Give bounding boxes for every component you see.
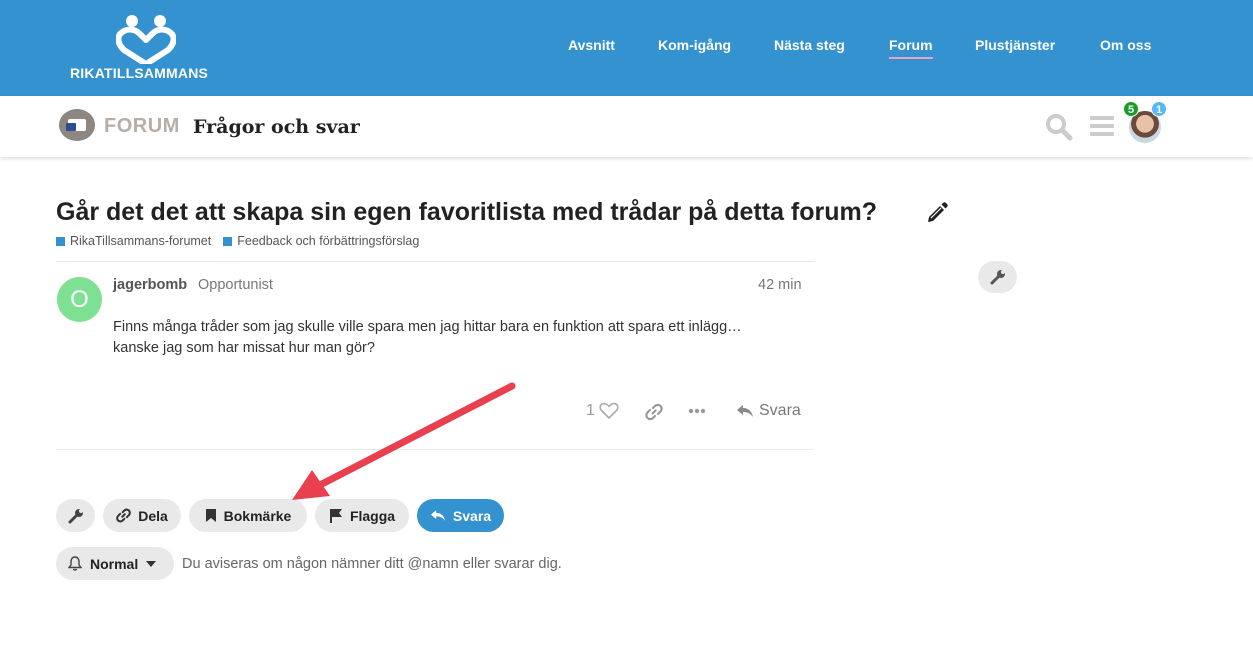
edit-pencil-icon[interactable] bbox=[926, 201, 948, 223]
forum-header: FORUM Frågor och svar 5 1 bbox=[0, 96, 1253, 157]
subcategory-link[interactable]: Feedback och förbättringsförslag bbox=[223, 234, 419, 248]
post-user-title: Opportunist bbox=[198, 277, 273, 293]
post-body-line: kanske jag som har missat hur man gör? bbox=[113, 340, 375, 356]
message-badge[interactable]: 1 bbox=[1151, 101, 1167, 117]
reply-icon bbox=[430, 510, 446, 521]
forum-logo-icon[interactable] bbox=[59, 109, 95, 141]
bookmark-icon bbox=[205, 509, 216, 522]
topic-admin-button[interactable] bbox=[56, 499, 95, 532]
bookmark-button[interactable]: Bokmärke bbox=[189, 499, 307, 532]
logo-text: RIKATILLSAMMANS bbox=[70, 65, 209, 81]
nav-avsnitt[interactable]: Avsnitt bbox=[568, 37, 615, 53]
admin-wrench-button[interactable] bbox=[978, 261, 1017, 293]
logo-people-icon bbox=[116, 15, 176, 64]
forum-label[interactable]: FORUM bbox=[104, 115, 180, 138]
nav-plustjanster[interactable]: Plustjänster bbox=[975, 37, 1055, 53]
category-color-icon bbox=[56, 236, 65, 246]
hamburger-menu-icon[interactable] bbox=[1090, 115, 1114, 137]
link-icon bbox=[116, 508, 132, 523]
heart-icon bbox=[599, 402, 619, 420]
divider bbox=[56, 261, 814, 262]
nav-forum[interactable]: Forum bbox=[889, 37, 933, 59]
post-reply-label: Svara bbox=[759, 402, 801, 419]
notification-level-label: Normal bbox=[90, 555, 139, 572]
share-button[interactable]: Dela bbox=[103, 499, 181, 532]
bookmark-label: Bokmärke bbox=[223, 507, 292, 524]
site-brand-bar: RIKATILLSAMMANS Avsnitt Kom-igång Nästa … bbox=[0, 0, 1253, 96]
post-timestamp[interactable]: 42 min bbox=[758, 277, 802, 293]
notification-badge[interactable]: 5 bbox=[1123, 101, 1139, 117]
category-label: RikaTillsammans-forumet bbox=[70, 234, 212, 248]
reply-label: Svara bbox=[452, 507, 492, 524]
like-count: 1 bbox=[586, 402, 595, 419]
like-button[interactable]: 1 bbox=[586, 402, 619, 420]
site-logo[interactable]: RIKATILLSAMMANS bbox=[68, 12, 228, 84]
post-username[interactable]: jagerbomb bbox=[113, 277, 187, 293]
post-author-avatar[interactable]: O bbox=[57, 277, 102, 322]
flag-label: Flagga bbox=[349, 507, 396, 524]
share-label: Dela bbox=[138, 507, 168, 524]
notification-level-dropdown[interactable]: Normal bbox=[56, 547, 174, 580]
more-actions-icon[interactable] bbox=[688, 408, 706, 414]
divider bbox=[56, 449, 814, 450]
caret-down-icon bbox=[146, 560, 157, 567]
reply-icon bbox=[737, 405, 753, 417]
nav-nasta-steg[interactable]: Nästa steg bbox=[774, 37, 845, 53]
reply-button[interactable]: Svara bbox=[417, 499, 504, 532]
post-body: Finns många tråder som jag skulle ville … bbox=[113, 317, 793, 359]
bell-icon bbox=[68, 556, 82, 571]
nav-om-oss[interactable]: Om oss bbox=[1100, 37, 1151, 53]
search-icon[interactable] bbox=[1045, 113, 1073, 141]
flag-icon bbox=[329, 509, 342, 523]
topic-title: Går det det att skapa sin egen favoritli… bbox=[56, 198, 878, 226]
post-body-line: Finns många tråder som jag skulle ville … bbox=[113, 319, 742, 335]
post-reply-button[interactable]: Svara bbox=[736, 402, 801, 420]
flag-button[interactable]: Flagga bbox=[315, 499, 409, 532]
forum-title: Frågor och svar bbox=[193, 116, 360, 138]
notification-description: Du aviseras om någon nämner ditt @namn e… bbox=[182, 556, 562, 572]
link-icon[interactable] bbox=[645, 403, 663, 421]
wrench-icon bbox=[990, 270, 1005, 285]
wrench-icon bbox=[68, 508, 83, 523]
category-color-icon bbox=[223, 236, 233, 246]
topic-categories: RikaTillsammans-forumet Feedback och för… bbox=[56, 234, 419, 248]
category-link[interactable]: RikaTillsammans-forumet bbox=[56, 234, 211, 248]
nav-kom-igang[interactable]: Kom-igång bbox=[658, 37, 731, 53]
subcategory-label: Feedback och förbättringsförslag bbox=[237, 234, 420, 248]
